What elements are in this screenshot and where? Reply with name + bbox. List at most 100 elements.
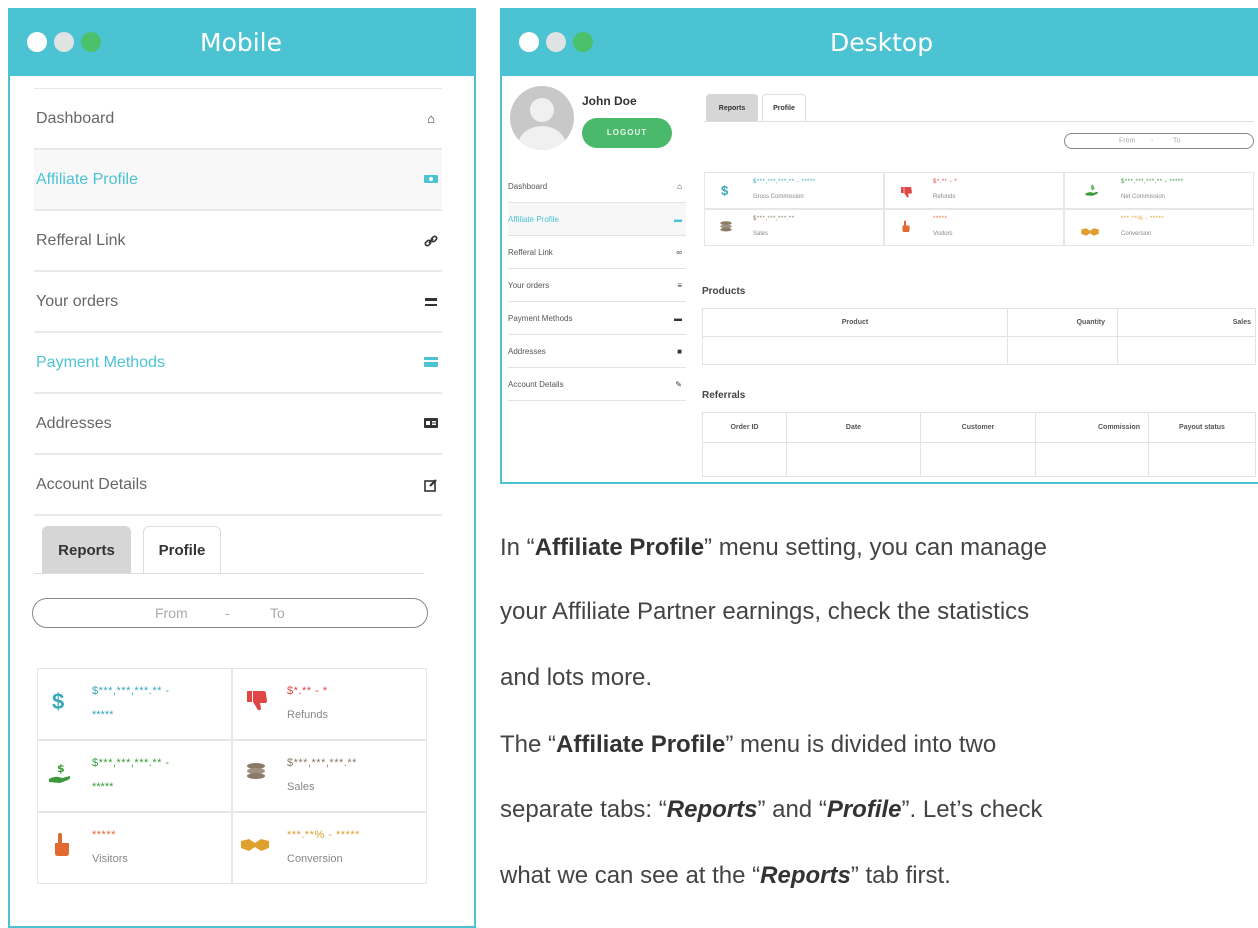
nav-label: Addresses	[508, 346, 546, 356]
nav-item-refferal-link[interactable]: Refferal Link ∞	[508, 236, 686, 269]
table-header-row: Product Quantity Sales	[702, 308, 1256, 337]
dollar-icon: $	[721, 183, 729, 198]
minimize-dot[interactable]	[54, 32, 74, 52]
maximize-dot[interactable]	[573, 32, 593, 52]
stat-sales: $***,***,***.** Sales	[704, 209, 884, 246]
stat-value: $***,***,***.** -	[92, 685, 170, 697]
nav-item-addresses[interactable]: Addresses ■	[508, 335, 686, 368]
nav-item-affiliate-profile[interactable]: Affiliate Profile	[34, 150, 442, 211]
stat-value: $*.** - *	[933, 179, 958, 185]
stat-value: $***,***,***.**	[287, 757, 357, 769]
truck-icon	[424, 295, 438, 309]
nav-label: Refferal Link	[508, 247, 553, 257]
nav-item-dashboard[interactable]: Dashboard ⌂	[34, 89, 442, 150]
nav-item-payment-methods[interactable]: Payment Methods	[34, 333, 442, 394]
coins-icon	[719, 220, 733, 239]
card-icon: ▬	[674, 313, 682, 323]
nav-label: Affiliate Profile	[508, 214, 559, 224]
nav-label: Addresses	[36, 414, 112, 432]
range-to: To	[270, 605, 285, 621]
stat-sub: Visitors	[933, 231, 953, 237]
range-from: From	[1119, 137, 1136, 145]
svg-text:$: $	[1090, 183, 1095, 191]
edit-icon	[424, 478, 438, 492]
hand-dollar-icon: $	[48, 761, 72, 790]
referrals-heading: Referrals	[702, 390, 746, 401]
nav-label: Account Details	[508, 379, 564, 389]
thumbs-down-icon	[247, 691, 269, 716]
card-icon	[424, 356, 438, 370]
mobile-title: Mobile	[200, 28, 283, 57]
nav-item-your-orders[interactable]: Your orders	[34, 272, 442, 333]
tab-profile[interactable]: Profile	[762, 94, 806, 121]
stat-refunds: $*.** - * Refunds	[232, 668, 427, 740]
coins-icon	[245, 761, 267, 788]
maximize-dot[interactable]	[81, 32, 101, 52]
stat-value: $***,***,***.** - *****	[753, 179, 816, 185]
range-sep: -	[1151, 137, 1154, 145]
close-dot[interactable]	[519, 32, 539, 52]
description-line-2: your Affiliate Partner earnings, check t…	[500, 598, 1030, 625]
date-range-input[interactable]: From - To	[32, 598, 428, 628]
address-card-icon: ■	[677, 346, 682, 356]
stat-value: *****	[92, 829, 116, 841]
nav-item-account-details[interactable]: Account Details	[34, 455, 442, 516]
col-commission: Commission	[1035, 412, 1149, 443]
description-line-1: In “Affiliate Profile” menu setting, you…	[500, 534, 1047, 561]
nav-item-affiliate-profile[interactable]: Affiliate Profile ▬	[508, 203, 686, 236]
stat-gross: $ $***,***,***.** - *****	[37, 668, 232, 740]
tab-reports[interactable]: Reports	[42, 526, 131, 573]
window-controls	[519, 32, 593, 52]
col-sales: Sales	[1117, 308, 1256, 337]
avatar	[510, 86, 574, 150]
tab-reports[interactable]: Reports	[706, 94, 758, 121]
stat-net: $ $***,***,***.** - *****	[37, 740, 232, 812]
mobile-titlebar: Mobile	[10, 10, 474, 76]
nav-label: Payment Methods	[508, 313, 573, 323]
tab-profile[interactable]: Profile	[143, 526, 221, 573]
col-date: Date	[786, 412, 921, 443]
stat-sub: Conversion	[1121, 231, 1152, 237]
close-dot[interactable]	[27, 32, 47, 52]
truck-icon: ≡	[677, 280, 682, 290]
nav-item-your-orders[interactable]: Your orders ≡	[508, 269, 686, 302]
stat-sub: Sales	[287, 781, 315, 793]
stat-sub: Refunds	[933, 194, 956, 200]
handshake-icon	[1081, 224, 1099, 242]
desktop-nav: Dashboard ⌂ Affiliate Profile ▬ Refferal L…	[508, 170, 686, 401]
stat-visitors: ***** Visitors	[884, 209, 1064, 246]
mobile-window: Mobile Dashboard ⌂ Affiliate Profile Ref…	[8, 8, 476, 928]
mobile-nav: Dashboard ⌂ Affiliate Profile Refferal L…	[34, 88, 442, 516]
thumbs-down-icon	[901, 185, 913, 203]
referrals-table: Order ID Date Customer Commission Payout…	[702, 412, 1256, 477]
col-product: Product	[702, 308, 1008, 337]
window-controls	[27, 32, 101, 52]
stat-value: $***,***,***.**	[753, 216, 795, 222]
col-quantity: Quantity	[1007, 308, 1118, 337]
nav-item-payment-methods[interactable]: Payment Methods ▬	[508, 302, 686, 335]
logout-button[interactable]: LOGOUT	[582, 118, 672, 148]
stat-sub: *****	[92, 709, 114, 721]
products-table: Product Quantity Sales	[702, 308, 1256, 365]
money-icon	[424, 173, 438, 187]
nav-item-dashboard[interactable]: Dashboard ⌂	[508, 170, 686, 203]
pointer-icon	[901, 220, 911, 238]
nav-item-addresses[interactable]: Addresses	[34, 394, 442, 455]
date-range-input[interactable]: From - To	[1064, 133, 1254, 149]
link-icon: ∞	[676, 247, 682, 257]
handshake-icon	[241, 837, 269, 858]
range-sep: -	[225, 605, 230, 621]
stat-value: $***,***,***.** - *****	[1121, 179, 1184, 185]
hand-dollar-icon: $	[1085, 183, 1099, 202]
stat-conversion: ***.**% - ***** Conversion	[1064, 209, 1254, 246]
stat-sales: $***,***,***.** Sales	[232, 740, 427, 812]
desktop-stats-grid: $ $***,***,***.** - ***** Gross Commissi…	[704, 172, 1254, 246]
nav-item-account-details[interactable]: Account Details ✎	[508, 368, 686, 401]
description-line-4: The “Affiliate Profile” menu is divided …	[500, 731, 997, 758]
nav-item-refferal-link[interactable]: Refferal Link	[34, 211, 442, 272]
stat-sub: Conversion	[287, 853, 343, 865]
col-payout-status: Payout status	[1148, 412, 1256, 443]
mobile-tabs: Reports Profile	[34, 526, 424, 574]
minimize-dot[interactable]	[546, 32, 566, 52]
link-icon	[424, 234, 438, 248]
